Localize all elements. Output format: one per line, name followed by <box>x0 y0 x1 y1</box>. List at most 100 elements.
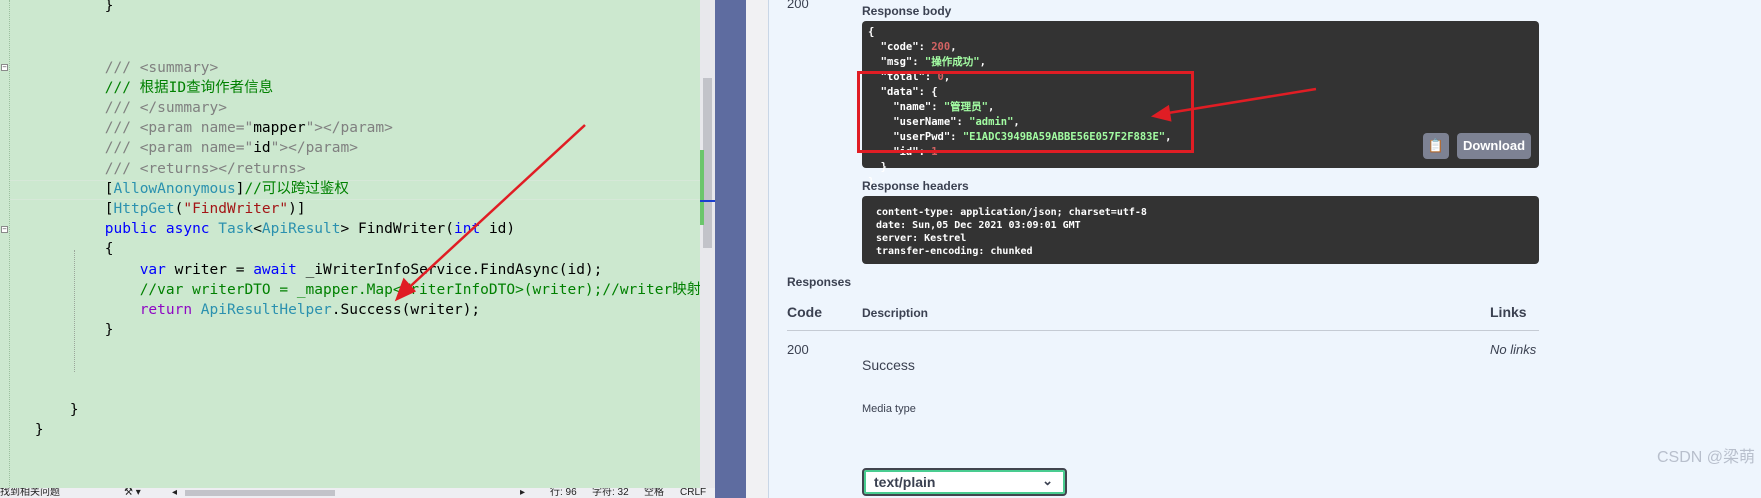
code-token: /// <box>104 120 140 136</box>
scroll-right-icon[interactable]: ▸ <box>520 488 525 498</box>
response-row-description: Success <box>862 357 915 373</box>
code-line[interactable]: /// <summary> <box>0 58 219 78</box>
json-line: { <box>868 25 1171 40</box>
response-headers-text: content-type: application/json; charset=… <box>876 206 1147 258</box>
code-column-header: Code <box>787 304 822 320</box>
code-line[interactable]: /// <param name="mapper"></param> <box>0 118 393 138</box>
json-token: "msg": <box>868 56 925 68</box>
code-token: FindWriter <box>357 221 446 237</box>
code-token: /// <box>104 140 140 156</box>
json-line: "code": 200, <box>868 40 1171 55</box>
code-line[interactable]: /// 根据ID查询作者信息 <box>0 78 273 98</box>
code-token: HttpGet <box>113 201 175 217</box>
code-token: [ <box>104 181 114 197</box>
json-token: , <box>979 56 986 68</box>
code-token: <param name=" <box>139 120 254 136</box>
code-editor[interactable]: − − − } /// <summary> /// 根据ID查询作者信息 ///… <box>0 0 715 498</box>
window-border <box>746 0 768 498</box>
char-number-status[interactable]: 字符: 32 <box>592 488 629 498</box>
json-token: { <box>868 26 875 38</box>
code-token: /// 根据ID查询作者信息 <box>104 80 274 96</box>
code-token: mapper <box>253 120 306 136</box>
header-line: date: Sun,05 Dec 2021 03:09:01 GMT <box>876 220 1081 231</box>
description-column-header: Description <box>862 306 929 320</box>
table-divider <box>787 330 1539 331</box>
code-text[interactable]: } /// <summary> /// 根据ID查询作者信息 /// </sum… <box>0 0 715 488</box>
horizontal-scrollbar-thumb[interactable] <box>185 490 335 496</box>
copy-button[interactable]: 📋 <box>1423 133 1449 159</box>
response-body-label: Response body <box>862 4 952 18</box>
scroll-left-icon[interactable]: ◂ <box>172 488 177 498</box>
line-ending-status[interactable]: CRLF <box>680 488 706 498</box>
code-line[interactable]: } <box>0 420 44 440</box>
code-line[interactable]: public async Task<ApiResult> FindWriter(… <box>0 219 515 239</box>
responses-label: Responses <box>787 275 852 289</box>
code-token: "FindWriter" <box>183 201 289 217</box>
code-line[interactable]: } <box>0 320 114 340</box>
caret-position-marker <box>700 200 715 202</box>
code-token: /// <box>104 60 140 76</box>
code-token: } <box>104 322 114 338</box>
code-token: /// <box>104 100 140 116</box>
code-token: "></param> <box>270 140 358 156</box>
line-number-status[interactable]: 行: 96 <box>550 488 577 498</box>
code-token: <summary> <box>139 60 219 76</box>
code-line[interactable]: } <box>0 0 114 16</box>
highlight-box-annotation <box>857 71 1194 153</box>
code-line[interactable]: { <box>0 239 114 259</box>
code-token: //var writerDTO = _mapper.Map<WriterInfo… <box>139 282 715 298</box>
code-token: Task <box>218 221 254 237</box>
code-token: { <box>104 241 114 257</box>
clipboard-icon: 📋 <box>1427 138 1445 153</box>
response-headers-box[interactable]: content-type: application/json; charset=… <box>862 196 1539 264</box>
code-token: _iWriterInfoService.FindAsync(id); <box>305 262 603 278</box>
code-line[interactable]: } <box>0 400 79 420</box>
code-line[interactable]: return ApiResultHelper.Success(writer); <box>0 300 480 320</box>
json-token: 200 <box>931 41 951 53</box>
code-token: id <box>253 140 271 156</box>
code-token: [ <box>104 201 114 217</box>
code-line[interactable]: /// </summary> <box>0 98 227 118</box>
links-column-header: Links <box>1490 304 1527 320</box>
json-token: "code": <box>868 41 932 53</box>
code-token: return <box>139 302 201 318</box>
response-headers-label: Response headers <box>862 179 969 193</box>
code-token: async <box>165 221 219 237</box>
code-token: /// <box>104 161 140 177</box>
code-token: id) <box>480 221 516 237</box>
code-token: )] <box>288 201 306 217</box>
response-row-links: No links <box>1490 342 1537 357</box>
code-token: await <box>253 262 306 278</box>
code-line[interactable]: [AllowAnonymous]//可以跨过鉴权 <box>0 179 349 199</box>
indent-guide <box>74 250 75 372</box>
json-line: } <box>868 160 1171 175</box>
download-button[interactable]: Download <box>1457 133 1531 159</box>
response-status-code: 200 <box>787 0 809 11</box>
code-token: public <box>104 221 166 237</box>
response-row-code: 200 <box>787 342 809 357</box>
code-token: } <box>69 402 79 418</box>
code-token: var <box>139 262 175 278</box>
header-line: server: Kestrel <box>876 233 967 244</box>
media-type-select[interactable]: text/plain ⌄ <box>862 468 1067 496</box>
code-line[interactable]: [HttpGet("FindWriter")] <box>0 199 306 219</box>
media-type-value: text/plain <box>874 474 936 490</box>
vertical-scrollbar-thumb[interactable] <box>703 78 712 248</box>
code-line[interactable]: /// <returns></returns> <box>0 159 306 179</box>
broom-icon[interactable]: ⚒ ▾ <box>124 488 141 498</box>
chevron-down-icon: ⌄ <box>1042 473 1053 488</box>
problems-status[interactable]: 找到相关问题 <box>0 488 60 498</box>
code-token: .Success(writer); <box>331 302 481 318</box>
whitespace-status[interactable]: 空格 <box>644 488 664 498</box>
code-token: "></param> <box>305 120 393 136</box>
code-token: } <box>104 0 114 14</box>
code-token: > <box>340 221 358 237</box>
code-line[interactable]: //var writerDTO = _mapper.Map<WriterInfo… <box>0 280 715 300</box>
code-token: } <box>34 422 44 438</box>
code-line[interactable]: var writer = await _iWriterInfoService.F… <box>0 260 603 280</box>
json-line: "msg": "操作成功", <box>868 55 1171 70</box>
json-token: } <box>868 161 887 173</box>
watermark: CSDN @梁萌 <box>1656 449 1755 466</box>
code-token: writer = <box>174 262 254 278</box>
code-line[interactable]: /// <param name="id"></param> <box>0 138 358 158</box>
